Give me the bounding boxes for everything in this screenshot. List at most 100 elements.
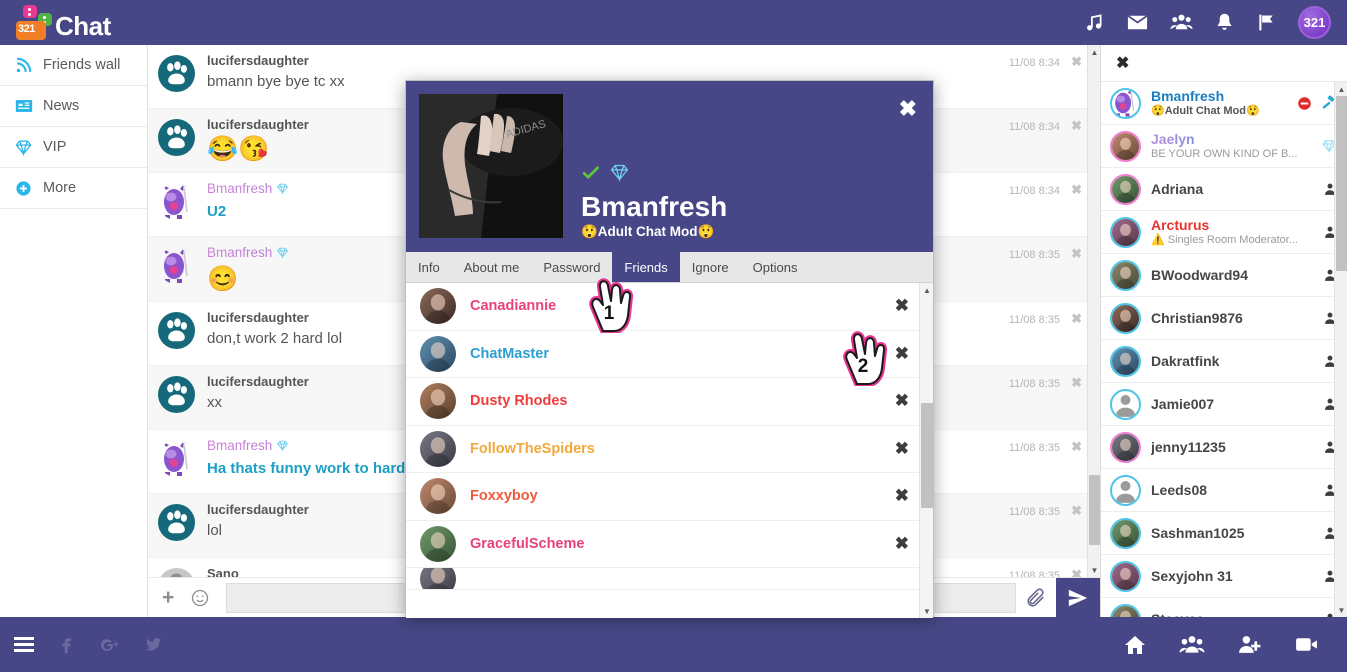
friends-scrollbar[interactable]: ▲ ▼ bbox=[919, 283, 933, 618]
delete-message-button[interactable]: ✖ bbox=[1071, 311, 1082, 327]
user-list-item[interactable]: Dakratfink bbox=[1101, 340, 1347, 383]
user-list-item[interactable]: Christian9876 bbox=[1101, 297, 1347, 340]
message-avatar[interactable] bbox=[158, 568, 195, 577]
tab-ignore[interactable]: Ignore bbox=[680, 252, 741, 282]
app-logo[interactable]: 321 Chat bbox=[0, 3, 111, 43]
foxxyboy-remove-button[interactable]: ✖ bbox=[895, 486, 909, 506]
user-list-item[interactable]: Adriana bbox=[1101, 168, 1347, 211]
friend-avatar[interactable] bbox=[420, 525, 456, 562]
user-avatar[interactable] bbox=[1110, 474, 1141, 506]
message-avatar[interactable] bbox=[158, 440, 195, 477]
message-avatar[interactable] bbox=[158, 183, 195, 220]
close-modal-button[interactable]: ✖ bbox=[899, 98, 917, 120]
user-avatar[interactable] bbox=[1110, 517, 1141, 549]
twitter-icon[interactable] bbox=[144, 635, 163, 654]
user-list-item[interactable]: Sashman1025 bbox=[1101, 512, 1347, 555]
chat-scroll-thumb[interactable] bbox=[1089, 475, 1100, 545]
block-icon[interactable] bbox=[1297, 96, 1312, 111]
delete-message-button[interactable]: ✖ bbox=[1071, 182, 1082, 198]
friend-avatar[interactable] bbox=[420, 568, 456, 589]
friend-name[interactable]: Canadiannie bbox=[470, 298, 921, 314]
tab-friends[interactable]: Friends bbox=[612, 252, 680, 282]
friend-avatar[interactable] bbox=[420, 430, 456, 467]
delete-message-button[interactable]: ✖ bbox=[1071, 375, 1082, 391]
tab-options[interactable]: Options bbox=[741, 252, 810, 282]
tab-password[interactable]: Password bbox=[531, 252, 612, 282]
user-list-item[interactable]: Jamie007 bbox=[1101, 383, 1347, 426]
sidebar-item-friends-wall[interactable]: Friends wall bbox=[0, 45, 147, 86]
groups-icon[interactable] bbox=[1170, 11, 1193, 34]
friend-name[interactable]: GracefulScheme bbox=[470, 536, 921, 552]
paperclip-icon[interactable] bbox=[1024, 587, 1046, 609]
message-avatar[interactable] bbox=[158, 376, 195, 413]
friend-name[interactable]: Dusty Rhodes bbox=[470, 393, 921, 409]
hamburger-icon[interactable] bbox=[14, 637, 34, 652]
user-list[interactable]: Bmanfresh 😲Adult Chat Mod😲 Jaelyn BE YOUR O… bbox=[1101, 82, 1347, 617]
mail-icon[interactable] bbox=[1126, 11, 1149, 34]
message-avatar[interactable] bbox=[158, 55, 195, 92]
user-list-scrollbar[interactable]: ▲ ▼ bbox=[1334, 82, 1347, 617]
followthespiders-remove-button[interactable]: ✖ bbox=[895, 439, 909, 459]
scroll-up-arrow[interactable]: ▲ bbox=[1088, 45, 1100, 59]
user-avatar[interactable] bbox=[1110, 173, 1141, 205]
user-list-item[interactable]: BWoodward94 bbox=[1101, 254, 1347, 297]
user-scroll-thumb[interactable] bbox=[1336, 96, 1347, 271]
tab-info[interactable]: Info bbox=[406, 252, 452, 282]
delete-message-button[interactable]: ✖ bbox=[1071, 118, 1082, 134]
message-avatar[interactable] bbox=[158, 119, 195, 156]
music-icon[interactable] bbox=[1084, 12, 1105, 33]
user-list-item[interactable]: Arcturus ⚠️ Singles Room Moderator... bbox=[1101, 211, 1347, 254]
user-avatar[interactable] bbox=[1110, 388, 1141, 420]
user-avatar[interactable] bbox=[1110, 560, 1141, 592]
friends-scroll-thumb[interactable] bbox=[921, 403, 933, 508]
tab-about-me[interactable]: About me bbox=[452, 252, 532, 282]
user-list-item[interactable]: Leeds08 bbox=[1101, 469, 1347, 512]
user-avatar[interactable] bbox=[1110, 603, 1141, 617]
user-list-item[interactable]: Jaelyn BE YOUR OWN KIND OF B... bbox=[1101, 125, 1347, 168]
notifications-icon[interactable] bbox=[1214, 12, 1235, 33]
chat-scrollbar[interactable]: ▲ ▼ bbox=[1087, 45, 1100, 577]
emoji-icon[interactable] bbox=[190, 588, 210, 608]
user-list-item[interactable]: Bmanfresh 😲Adult Chat Mod😲 bbox=[1101, 82, 1347, 125]
user-list-item[interactable]: Steevee bbox=[1101, 598, 1347, 617]
delete-message-button[interactable]: ✖ bbox=[1071, 54, 1082, 70]
attach-plus-icon[interactable]: + bbox=[162, 586, 174, 610]
home-icon[interactable] bbox=[1123, 633, 1147, 657]
close-user-panel-button[interactable]: ✖ bbox=[1101, 45, 1347, 82]
message-avatar[interactable] bbox=[158, 247, 195, 284]
message-avatar[interactable] bbox=[158, 504, 195, 541]
message-username[interactable]: lucifersdaughter bbox=[207, 53, 1100, 69]
user-list-item[interactable]: Sexyjohn 31 bbox=[1101, 555, 1347, 598]
user-avatar-badge[interactable]: 321 bbox=[1298, 6, 1331, 39]
friend-name[interactable]: Foxxyboy bbox=[470, 488, 921, 504]
friends-scroll-down-arrow[interactable]: ▼ bbox=[920, 604, 933, 618]
friend-name[interactable]: ChatMaster bbox=[470, 346, 921, 362]
friend-avatar[interactable] bbox=[420, 478, 456, 515]
user-avatar[interactable] bbox=[1110, 345, 1141, 377]
user-avatar[interactable] bbox=[1110, 302, 1141, 334]
sidebar-item-vip[interactable]: VIP bbox=[0, 127, 147, 168]
user-avatar[interactable] bbox=[1110, 431, 1141, 463]
add-friend-icon[interactable] bbox=[1237, 632, 1262, 657]
friends-scroll-up-arrow[interactable]: ▲ bbox=[920, 283, 933, 297]
sidebar-item-news[interactable]: News bbox=[0, 86, 147, 127]
friends-list[interactable]: Canadiannie ✖ ChatMaster ✖ Dusty Rhodes ✖ Foll… bbox=[406, 283, 933, 590]
user-avatar[interactable] bbox=[1110, 87, 1141, 119]
user-list-item[interactable]: jenny11235 bbox=[1101, 426, 1347, 469]
friend-avatar[interactable] bbox=[420, 335, 456, 372]
user-scroll-up-arrow[interactable]: ▲ bbox=[1335, 82, 1347, 96]
video-icon[interactable] bbox=[1294, 632, 1319, 657]
delete-message-button[interactable]: ✖ bbox=[1071, 246, 1082, 262]
friend-name[interactable]: FollowTheSpiders bbox=[470, 441, 921, 457]
flag-icon[interactable] bbox=[1256, 12, 1277, 33]
send-button[interactable] bbox=[1056, 577, 1100, 617]
delete-message-button[interactable]: ✖ bbox=[1071, 503, 1082, 519]
friend-avatar[interactable] bbox=[420, 288, 456, 325]
sidebar-item-more[interactable]: More bbox=[0, 168, 147, 209]
scroll-down-arrow[interactable]: ▼ bbox=[1088, 563, 1100, 577]
user-avatar[interactable] bbox=[1110, 216, 1141, 248]
friend-avatar[interactable] bbox=[420, 383, 456, 420]
gracefulscheme-remove-button[interactable]: ✖ bbox=[895, 534, 909, 554]
user-avatar[interactable] bbox=[1110, 259, 1141, 291]
delete-message-button[interactable]: ✖ bbox=[1071, 439, 1082, 455]
